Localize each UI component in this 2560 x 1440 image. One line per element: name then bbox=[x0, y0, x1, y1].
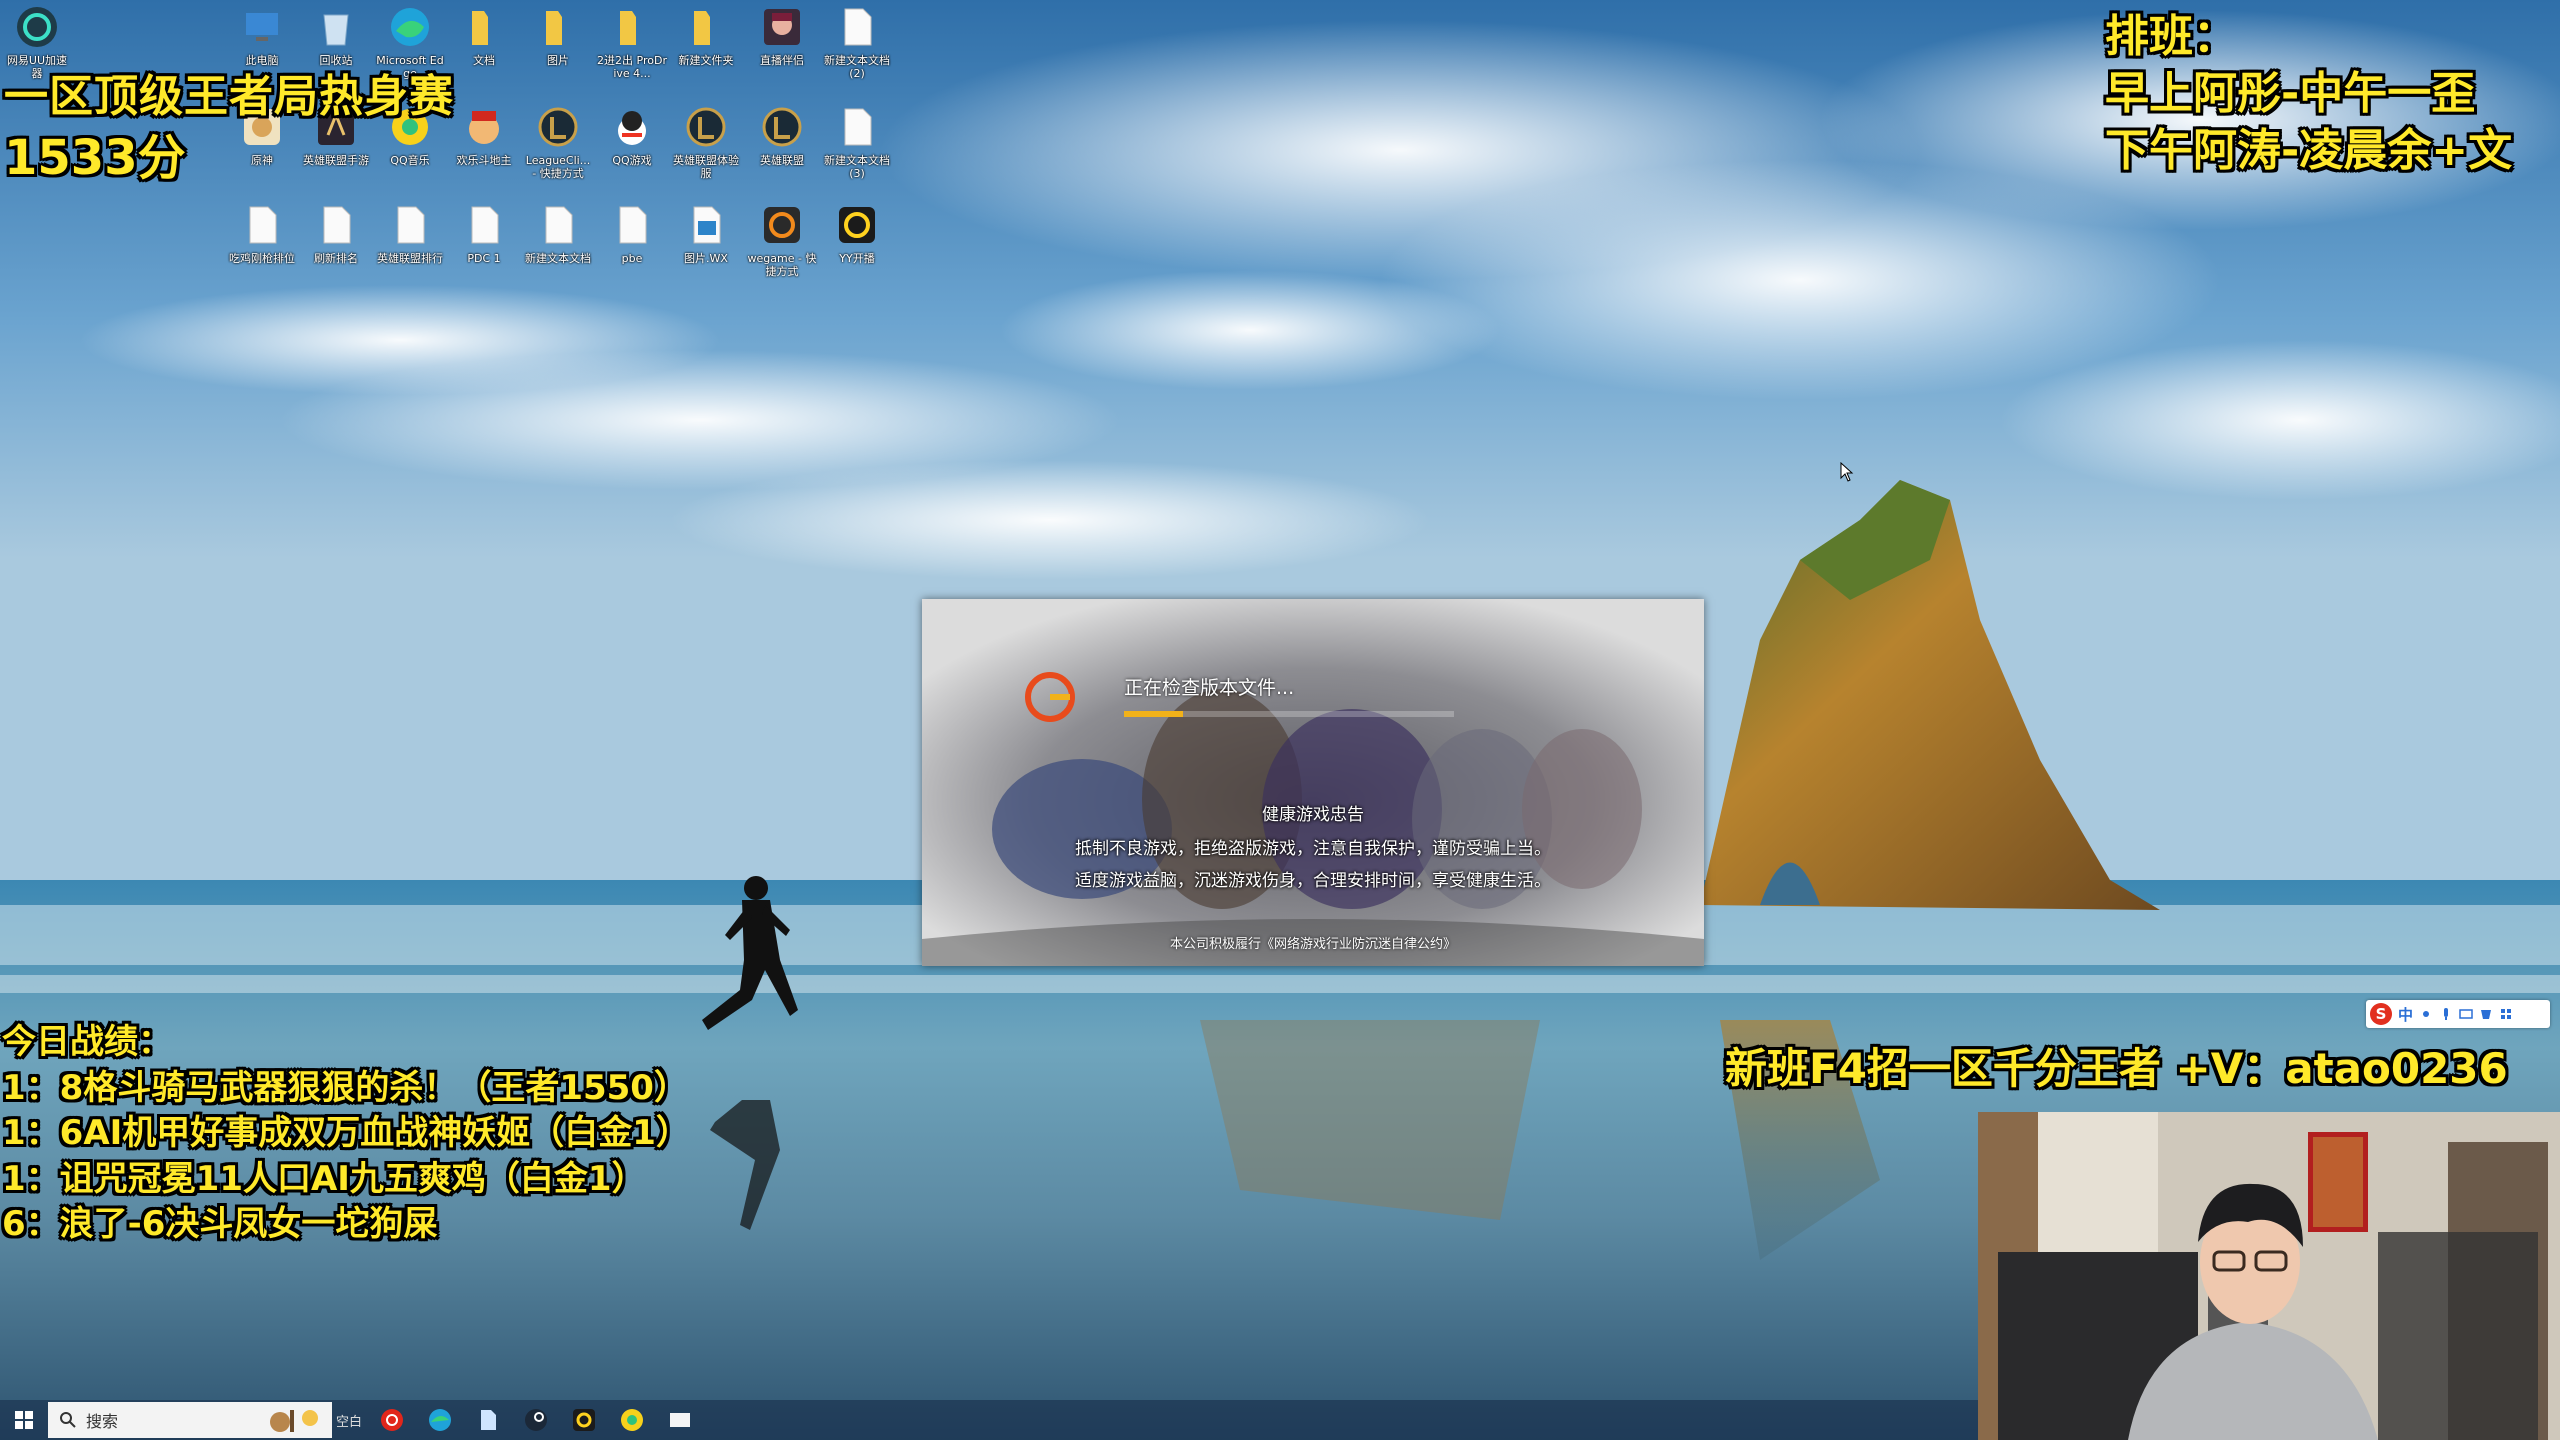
desktop-icon-league-pbe[interactable]: 英雄联盟体验服 bbox=[671, 104, 741, 180]
schedule-heading: 排班： bbox=[2105, 11, 2237, 62]
desktop-icon-live-companion[interactable]: 直播伴侣 bbox=[747, 4, 817, 67]
results-line: 6：浪了-6决斗凤女一坨狗屎 bbox=[2, 1204, 438, 1244]
results-heading: 今日战绩： bbox=[2, 1022, 172, 1062]
toolbox-icon[interactable] bbox=[2499, 1007, 2513, 1021]
skin-icon[interactable] bbox=[2479, 1007, 2493, 1021]
taskbar-yy-live[interactable] bbox=[560, 1400, 608, 1440]
taskbar-netease-music[interactable] bbox=[368, 1400, 416, 1440]
desktop-icon-yy-live[interactable]: YY开播 bbox=[822, 202, 892, 265]
desktop-icon-folder-prodrive[interactable]: 2进2出 ProDrive 4... bbox=[597, 4, 667, 80]
health-advice-line: 抵制不良游戏，拒绝盗版游戏，注意自我保护，谨防受骗上当。 bbox=[1075, 839, 1551, 859]
schedule-afternoon: 下午阿涛-凌晨余+文 bbox=[2105, 125, 2513, 176]
schedule-morning: 早上阿彤-中午一歪 bbox=[2105, 68, 2476, 119]
start-button[interactable] bbox=[0, 1400, 48, 1440]
punctuation-icon[interactable] bbox=[2419, 1007, 2433, 1021]
stream-score: 1533分 bbox=[4, 130, 186, 186]
desktop-icon-text-file-pdc[interactable]: PDC 1 bbox=[449, 202, 519, 265]
file-explorer-icon bbox=[670, 1413, 690, 1427]
daily-results-panel: 今日战绩： 1：8格斗骑马武器狠狠的杀！（王者1550） 1：6AI机甲好事成双… bbox=[2, 1020, 690, 1248]
mouse-cursor-icon bbox=[1840, 462, 1854, 482]
results-line: 1：诅咒冠冕11人口AI九五爽鸡（白金1） bbox=[2, 1158, 646, 1199]
ime-mode-indicator[interactable]: 中 bbox=[2398, 1004, 2413, 1025]
search-placeholder: 搜索 bbox=[86, 1412, 119, 1431]
search-highlight-icon bbox=[270, 1410, 318, 1432]
recruit-banner: 新班F4招一区千分王者 +V：atao0236 bbox=[1725, 1044, 2508, 1093]
streamer-webcam bbox=[1978, 1112, 2560, 1440]
yy-live-icon bbox=[573, 1409, 595, 1431]
launcher-progress-bar bbox=[1124, 711, 1454, 717]
search-icon bbox=[60, 1412, 76, 1428]
taskbar-steam[interactable] bbox=[512, 1400, 560, 1440]
anti-addiction-pledge: 本公司积极履行《网络游戏行业防沉迷自律公约》 bbox=[1169, 937, 1456, 952]
file-icon bbox=[481, 1410, 496, 1430]
windows-logo-icon bbox=[15, 1411, 33, 1429]
stream-title: 一区顶级王者局热身赛 bbox=[4, 71, 454, 122]
microphone-icon[interactable] bbox=[2439, 1007, 2453, 1021]
taskbar-file[interactable] bbox=[464, 1400, 512, 1440]
schedule-panel: 排班： 早上阿彤-中午一歪 下午阿涛-凌晨余+文 bbox=[2105, 8, 2512, 179]
ime-toolbar[interactable]: S 中 bbox=[2366, 1000, 2550, 1028]
desktop-icon-text-file-c[interactable]: 英雄联盟排行 bbox=[375, 202, 445, 265]
netease-music-icon bbox=[381, 1409, 403, 1431]
health-advice-line: 适度游戏益脑，沉迷游戏伤身，合理安排时间，享受健康生活。 bbox=[1075, 871, 1551, 891]
steam-icon bbox=[525, 1409, 547, 1431]
desktop-icon-qq-game[interactable]: QQ游戏 bbox=[597, 104, 667, 167]
desktop-icon-landlord-game[interactable]: 欢乐斗地主 bbox=[449, 104, 519, 167]
desktop-icon-league[interactable]: 英雄联盟 bbox=[747, 104, 817, 167]
taskbar-file-explorer[interactable] bbox=[656, 1400, 704, 1440]
launcher-artwork bbox=[922, 599, 1704, 966]
desktop-icon-wegame[interactable]: wegame - 快捷方式 bbox=[747, 202, 817, 278]
desktop-icon-text-file-b[interactable]: 刷新排名 bbox=[301, 202, 371, 265]
taskbar-qq-music[interactable] bbox=[608, 1400, 656, 1440]
desktop-icon-folder-pictures[interactable]: 图片 bbox=[523, 4, 593, 67]
desktop-icon-text-file-pbe[interactable]: pbe bbox=[597, 202, 667, 265]
results-line: 1：8格斗骑马武器狠狠的杀！（王者1550） bbox=[2, 1067, 688, 1108]
launcher-status-text: 正在检查版本文件... bbox=[1124, 677, 1295, 699]
taskbar-edge[interactable] bbox=[416, 1400, 464, 1440]
qq-music-icon bbox=[621, 1409, 643, 1431]
desktop-icon-folder-documents[interactable]: 文档 bbox=[449, 4, 519, 67]
wegame-logo-icon bbox=[1025, 672, 1075, 722]
desktop-icon-text-file-3[interactable]: 新建文本文档 (3) bbox=[822, 104, 892, 180]
taskbar: 搜索 空白 bbox=[0, 1400, 1978, 1440]
desktop-icon-league-client[interactable]: LeagueCli... - 快捷方式 bbox=[523, 104, 593, 180]
desktop-icon-this-pc[interactable]: 此电脑 bbox=[227, 4, 297, 67]
keyboard-icon[interactable] bbox=[2459, 1007, 2473, 1021]
desktop-icon-text-file-2[interactable]: 新建文本文档 (2) bbox=[822, 4, 892, 80]
sogou-logo-icon[interactable]: S bbox=[2370, 1003, 2392, 1025]
health-advice-title: 健康游戏忠告 bbox=[1262, 805, 1364, 825]
desktop-icon-text-file-new[interactable]: 新建文本文档 bbox=[523, 202, 593, 265]
desktop-icon-new-folder[interactable]: 新建文件夹 bbox=[671, 4, 741, 67]
launcher-progress-fill bbox=[1124, 711, 1184, 717]
launcher-splash-window[interactable]: 正在检查版本文件... 健康游戏忠告 抵制不良游戏，拒绝盗版游戏，注意自我保护，… bbox=[922, 599, 1704, 966]
results-line: 1：6AI机甲好事成双万血战神妖姬（白金1） bbox=[2, 1113, 690, 1153]
taskbar-search-box[interactable]: 搜索 bbox=[48, 1402, 332, 1438]
edge-icon bbox=[429, 1409, 451, 1431]
desktop-icon-image-file[interactable]: 图片.WX bbox=[671, 202, 741, 265]
desktop-icon-recycle-bin[interactable]: 回收站 bbox=[301, 4, 371, 67]
desktop-icon-text-file-a[interactable]: 吃鸡刚枪排位 bbox=[227, 202, 297, 265]
taskbar-label: 空白 bbox=[336, 1414, 363, 1430]
